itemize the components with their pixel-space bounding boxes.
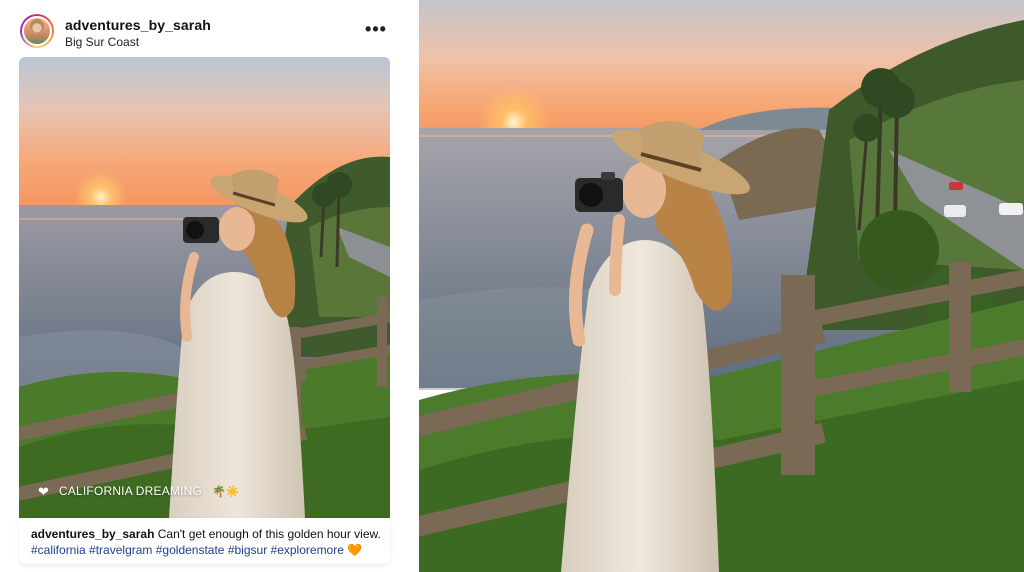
post-header: adventures_by_sarah Big Sur Coast ••• [0, 0, 418, 58]
hashtag-travelgram[interactable]: #travelgram [89, 543, 152, 557]
overlay-text: CALIFORNIA DREAMING [58, 484, 203, 498]
post-username[interactable]: adventures_by_sarah [65, 17, 211, 33]
photo-overlay: ❤ CALIFORNIA DREAMING 🌴☀️ [38, 482, 239, 500]
caption-text: Can't get enough of this golden hour vie… [157, 527, 381, 541]
sunset-coast-image-large [419, 0, 1024, 572]
palm-sun-emoji: 🌴☀️ [212, 485, 240, 498]
more-options-icon[interactable]: ••• [362, 20, 390, 42]
hashtag-exploremore[interactable]: #exploremore [271, 543, 344, 557]
orange-heart-emoji: 🧡 [347, 543, 363, 557]
caption-hashtags: #california #travelgram #goldenstate #bi… [31, 542, 390, 558]
hashtag-bigsur[interactable]: #bigsur [228, 543, 267, 557]
caption-username[interactable]: adventures_by_sarah [31, 527, 154, 541]
hashtag-california[interactable]: #california [31, 543, 86, 557]
instagram-post: adventures_by_sarah Big Sur Coast ••• ❤ … [0, 0, 418, 572]
heart-icon[interactable]: ❤ [38, 485, 49, 498]
hashtag-goldenstate[interactable]: #goldenstate [156, 543, 225, 557]
post-photo[interactable] [19, 57, 390, 518]
caption-line-1: adventures_by_sarah Can't get enough of … [31, 526, 390, 542]
sunset-coast-image [19, 57, 390, 518]
avatar[interactable] [20, 14, 54, 48]
post-location[interactable]: Big Sur Coast [65, 35, 139, 49]
post-caption: adventures_by_sarah Can't get enough of … [19, 518, 390, 564]
full-size-photo [419, 0, 1024, 572]
avatar-image [22, 16, 52, 46]
